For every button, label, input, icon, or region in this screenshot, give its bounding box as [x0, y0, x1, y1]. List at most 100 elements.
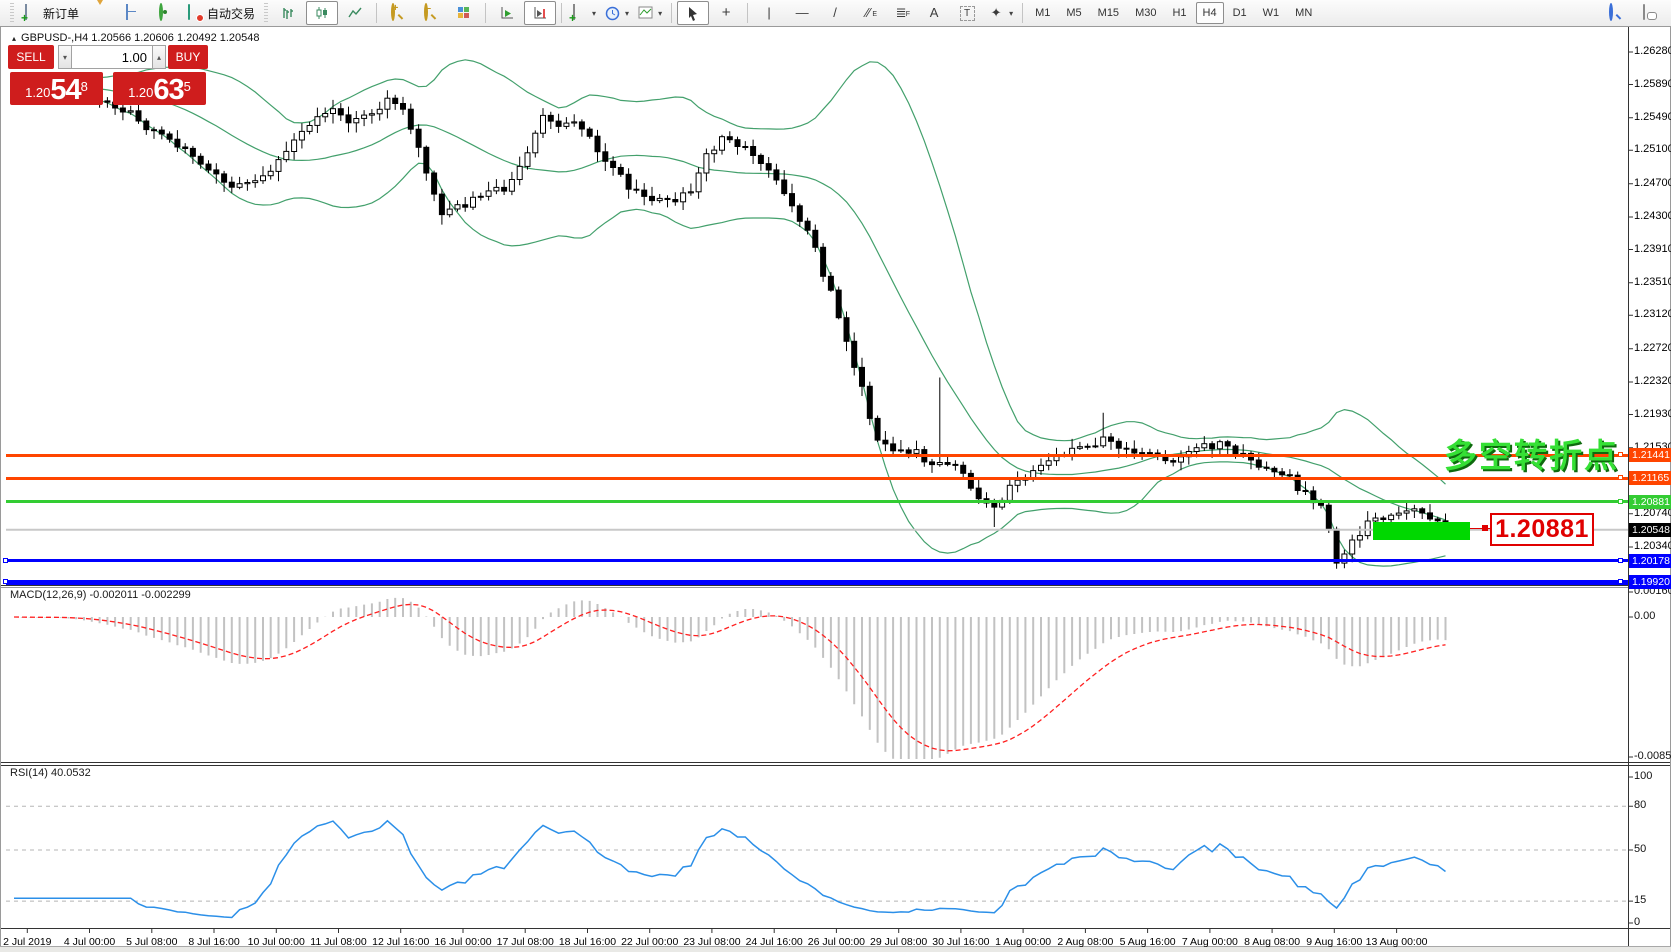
fibonacci-tool-button[interactable]: ≣	[885, 1, 917, 25]
buy-button[interactable]: BUY	[168, 45, 208, 69]
timeframe-M15[interactable]: M15	[1091, 2, 1126, 24]
date-tick-label: 1 Aug 00:00	[995, 936, 1051, 948]
level-price-label: 1.19920	[1629, 575, 1671, 589]
date-tick-label: 2 Aug 08:00	[1057, 936, 1113, 948]
tile-windows-button[interactable]	[448, 1, 480, 25]
cursor-tool-button[interactable]	[677, 1, 709, 25]
line-anchor[interactable]	[3, 558, 8, 563]
text-label-tool-button[interactable]: T	[951, 1, 983, 25]
price-tick-label: 1.25890	[1634, 78, 1671, 90]
pane-separator[interactable]	[0, 765, 1671, 766]
level-price-label: 1.21165	[1629, 471, 1671, 485]
rsi-scale-label: 80	[1634, 799, 1646, 811]
one-click-trading-panel: SELL ▾ ▴ BUY 1.20548 1.20635	[8, 45, 208, 105]
date-tick-label: 5 Aug 16:00	[1120, 936, 1176, 948]
line-anchor[interactable]	[1618, 499, 1623, 504]
timeframe-H4[interactable]: H4	[1196, 2, 1224, 24]
horizontal-line-object[interactable]	[6, 580, 1628, 585]
indicators-icon	[571, 5, 587, 21]
zoom-in-button[interactable]	[382, 1, 414, 25]
macd-scale-zero: 0.00	[1634, 610, 1655, 622]
line-anchor[interactable]	[1618, 558, 1623, 563]
bar-chart-button[interactable]	[273, 1, 305, 25]
price-axis-line[interactable]	[1628, 27, 1629, 946]
periods-button[interactable]: ▾	[601, 1, 633, 25]
level-price-label: 1.20881	[1629, 495, 1671, 509]
date-tick-label: 7 Aug 00:00	[1182, 936, 1238, 948]
date-tick-label: 26 Jul 00:00	[808, 936, 865, 948]
volume-stepper: ▾ ▴	[58, 45, 166, 69]
search-button[interactable]	[1600, 1, 1632, 25]
macd-label: MACD(12,26,9) -0.002011 -0.002299	[10, 589, 191, 601]
crosshair-icon: +	[718, 5, 734, 21]
zoom-out-icon	[423, 5, 439, 21]
arrows-icon: ✦	[988, 5, 1004, 21]
indicators-button[interactable]: ▾	[567, 1, 600, 25]
trendline-tool-button[interactable]: /	[819, 1, 851, 25]
toolbar-grip[interactable]	[10, 3, 14, 23]
date-tick-label: 8 Jul 16:00	[188, 936, 239, 948]
clock-icon	[605, 6, 620, 21]
ask-quote[interactable]: 1.20635	[113, 72, 206, 105]
pane-separator[interactable]	[0, 762, 1671, 763]
timeframe-group: M1M5M15M30H1H4D1W1MN	[1028, 2, 1319, 24]
price-tag-anchor[interactable]	[1482, 525, 1488, 531]
horizontal-line-tool-button[interactable]: —	[786, 1, 818, 25]
pane-separator[interactable]	[0, 585, 1671, 586]
timeframe-D1[interactable]: D1	[1226, 2, 1254, 24]
bid-quote[interactable]: 1.20548	[10, 72, 103, 105]
ask-prefix: 1.20	[128, 83, 153, 103]
symbol-header: ▴ GBPUSD-,H4 1.20566 1.20606 1.20492 1.2…	[12, 32, 260, 44]
channel-tool-button[interactable]: ∕∕	[852, 1, 884, 25]
horizontal-line-object[interactable]	[6, 454, 1628, 457]
date-tick-label: 30 Jul 16:00	[932, 936, 989, 948]
terminal-button[interactable]	[150, 1, 182, 25]
channel-icon: ∕∕	[860, 5, 876, 21]
turning-point-annotation[interactable]: 多空转折点	[1444, 429, 1619, 477]
timeframe-M5[interactable]: M5	[1059, 2, 1088, 24]
community-chat-button[interactable]	[1633, 1, 1665, 25]
timeframe-W1[interactable]: W1	[1256, 2, 1287, 24]
timeframe-M30[interactable]: M30	[1128, 2, 1163, 24]
volume-decrease-button[interactable]: ▾	[58, 45, 72, 69]
date-tick-label: 23 Jul 08:00	[683, 936, 740, 948]
auto-scroll-button[interactable]	[491, 1, 523, 25]
vertical-line-tool-button[interactable]: |	[753, 1, 785, 25]
toolbar-grip[interactable]	[264, 3, 268, 23]
tile-windows-icon	[458, 7, 470, 19]
chart-window[interactable]: ▴ GBPUSD-,H4 1.20566 1.20606 1.20492 1.2…	[0, 27, 1671, 952]
charts-button[interactable]	[117, 1, 149, 25]
template-icon	[638, 6, 653, 20]
new-order-button[interactable]: 新订单	[19, 1, 83, 25]
chart-canvas[interactable]	[0, 27, 1671, 952]
text-tool-button[interactable]: A	[918, 1, 950, 25]
auto-scroll-icon	[500, 6, 515, 20]
sell-button[interactable]: SELL	[8, 45, 54, 69]
autotrade-button[interactable]: 自动交易	[183, 1, 259, 25]
line-chart-button[interactable]	[339, 1, 371, 25]
timeframe-H1[interactable]: H1	[1165, 2, 1193, 24]
candlestick-chart-button[interactable]	[306, 1, 338, 25]
zoom-out-button[interactable]	[415, 1, 447, 25]
volume-input[interactable]	[72, 45, 152, 69]
chart-shift-button[interactable]	[524, 1, 556, 25]
horizontal-line-object[interactable]	[6, 477, 1628, 480]
collapse-panel-icon[interactable]: ▴	[12, 34, 16, 43]
horizontal-line-object[interactable]	[6, 559, 1628, 562]
horizontal-line-object[interactable]	[6, 500, 1628, 503]
line-chart-icon	[348, 6, 363, 20]
templates-button[interactable]: ▾	[634, 1, 666, 25]
bid-main: 54	[50, 77, 80, 103]
support-zone-rectangle[interactable]	[1373, 522, 1470, 540]
arrows-tool-button[interactable]: ✦▾	[984, 1, 1017, 25]
price-tag-box[interactable]: 1.20881	[1490, 513, 1594, 546]
volume-increase-button[interactable]: ▴	[152, 45, 166, 69]
profile-button[interactable]	[84, 1, 116, 25]
line-anchor[interactable]	[1618, 579, 1623, 584]
line-anchor[interactable]	[3, 579, 8, 584]
timeframe-MN[interactable]: MN	[1288, 2, 1319, 24]
timeframe-M1[interactable]: M1	[1028, 2, 1057, 24]
pane-separator[interactable]	[0, 587, 1671, 588]
price-tick-label: 1.26280	[1634, 45, 1671, 57]
crosshair-tool-button[interactable]: +	[710, 1, 742, 25]
